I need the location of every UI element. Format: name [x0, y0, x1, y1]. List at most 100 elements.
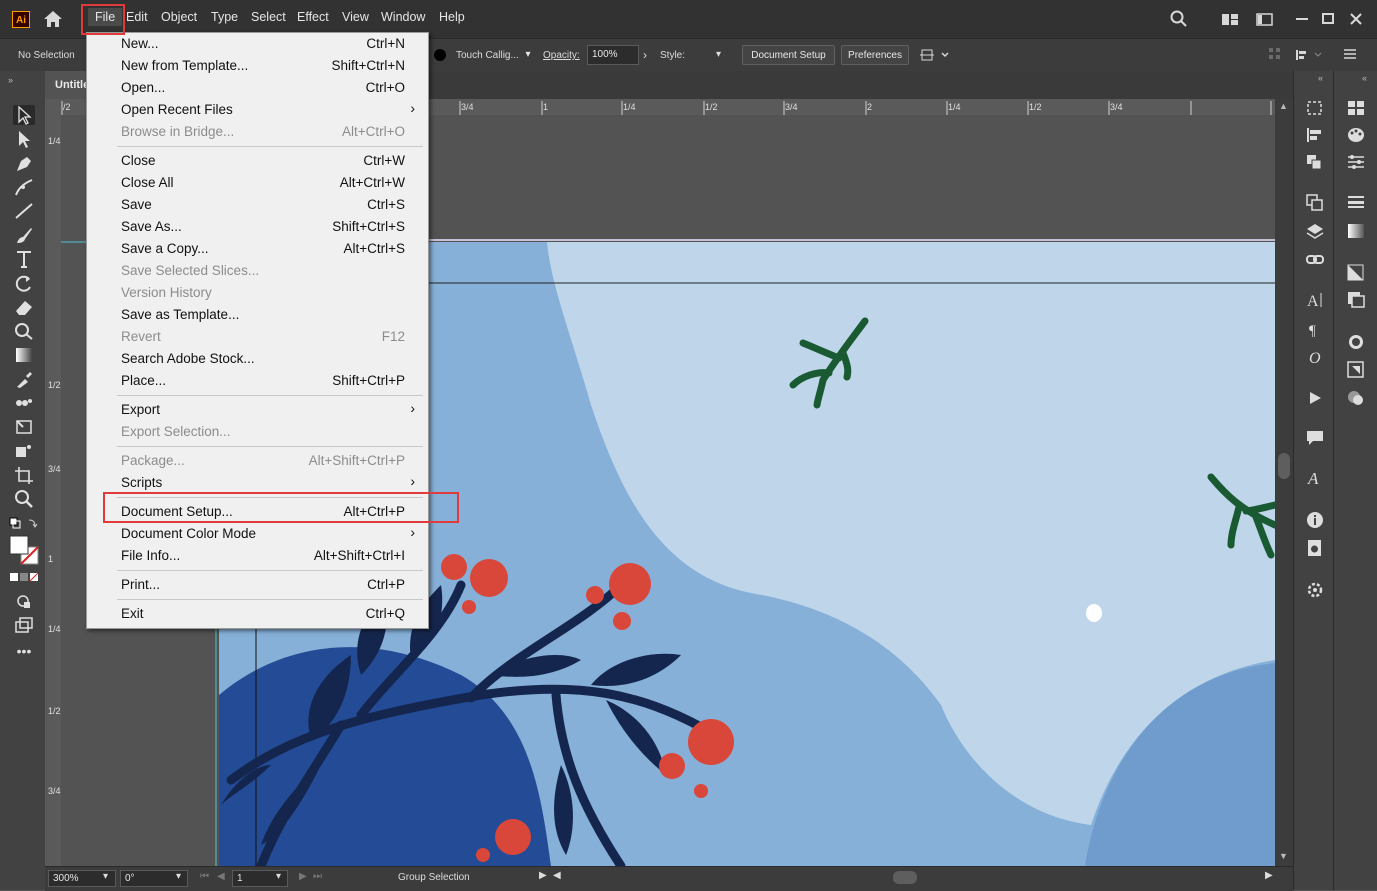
previous-artboard-icon[interactable]: ◀	[217, 871, 225, 882]
close-icon[interactable]	[1347, 10, 1365, 28]
more-tools-icon[interactable]: •••	[13, 643, 35, 663]
menu-item-export-selection[interactable]: Export Selection...	[87, 421, 426, 443]
menu-item-save[interactable]: Save Ctrl+S	[87, 194, 426, 216]
align-panel-icon[interactable]	[1305, 126, 1325, 144]
minimize-icon[interactable]	[1293, 10, 1311, 28]
eyedropper-tool-icon[interactable]	[13, 369, 35, 389]
menu-item-version-history[interactable]: Version History	[87, 282, 426, 304]
next-artboard-icon[interactable]: ▶	[299, 871, 307, 882]
menu-item-open[interactable]: Open... Ctrl+O	[87, 77, 426, 99]
align-icon[interactable]	[920, 47, 950, 63]
brush-dropdown-icon[interactable]: ▾	[520, 45, 536, 65]
symbol-sprayer-tool-icon[interactable]	[13, 441, 35, 461]
vertical-ruler[interactable]: 1/4 1/2 3/4 1 1/4 1/2 3/4	[45, 115, 62, 866]
default-fill-stroke-icon[interactable]	[9, 517, 39, 531]
menu-item-print[interactable]: Print... Ctrl+P	[87, 574, 426, 596]
menu-effect[interactable]: Effect	[297, 10, 329, 24]
graphic-styles-panel-icon[interactable]	[1346, 333, 1366, 351]
opacity-arrow-icon[interactable]: ›	[643, 48, 647, 62]
shape-builder-tool-icon[interactable]	[13, 321, 35, 341]
menu-object[interactable]: Object	[161, 10, 197, 24]
menu-item-export[interactable]: Export ›	[87, 399, 426, 421]
vertical-scrollbar[interactable]: ▲ ▼	[1275, 99, 1293, 866]
blend-tool-icon[interactable]	[13, 393, 35, 413]
style-dropdown-icon[interactable]: ▾	[716, 49, 721, 60]
menu-item-new[interactable]: New... Ctrl+N	[87, 33, 426, 55]
zoom-dropdown-icon[interactable]: ▾	[103, 871, 108, 882]
menu-edit[interactable]: Edit	[126, 10, 148, 24]
menu-help[interactable]: Help	[439, 10, 465, 24]
menu-item-save-as[interactable]: Save As... Shift+Ctrl+S	[87, 216, 426, 238]
document-info-panel-icon[interactable]	[1305, 539, 1325, 557]
artboards-panel-icon[interactable]	[1305, 193, 1325, 211]
first-artboard-icon[interactable]: ⏮	[200, 871, 209, 882]
home-icon[interactable]	[43, 10, 63, 28]
scroll-left-icon[interactable]: ◀	[553, 870, 561, 881]
scroll-up-icon[interactable]: ▲	[1279, 101, 1288, 111]
curvature-tool-icon[interactable]	[13, 177, 35, 197]
pen-tool-icon[interactable]	[13, 153, 35, 173]
scroll-down-icon[interactable]: ▼	[1279, 851, 1288, 861]
collapse-panels-icon[interactable]: «	[1318, 73, 1323, 83]
menu-view[interactable]: View	[342, 10, 369, 24]
zoom-tool-icon[interactable]	[13, 489, 35, 509]
menu-item-file-info[interactable]: File Info... Alt+Shift+Ctrl+I	[87, 545, 426, 567]
transform-panel-icon[interactable]	[1305, 99, 1325, 117]
free-transform-tool-icon[interactable]	[13, 417, 35, 437]
scroll-right-icon[interactable]: ▶	[1265, 870, 1273, 881]
line-tool-icon[interactable]	[13, 201, 35, 221]
menu-select[interactable]: Select	[251, 10, 286, 24]
collapse-panels-icon[interactable]: «	[1362, 73, 1367, 83]
menu-item-save-a-copy[interactable]: Save a Copy... Alt+Ctrl+S	[87, 238, 426, 260]
opacity-label[interactable]: Opacity:	[543, 50, 580, 61]
transparency-panel-icon[interactable]	[1346, 263, 1366, 281]
eraser-tool-icon[interactable]	[13, 297, 35, 317]
brushes-panel-icon[interactable]	[1346, 389, 1366, 407]
color-mode-icons[interactable]	[9, 571, 39, 583]
menu-type[interactable]: Type	[211, 10, 238, 24]
transform-icon[interactable]	[1295, 47, 1325, 63]
brush-definition[interactable]: Touch Callig...	[456, 50, 519, 61]
gradient-tool-icon[interactable]	[13, 345, 35, 365]
properties-panel-icon[interactable]	[1305, 581, 1325, 599]
menu-item-place[interactable]: Place... Shift+Ctrl+P	[87, 370, 426, 392]
direct-selection-tool-icon[interactable]	[13, 129, 35, 149]
panel-menu-icon[interactable]	[1343, 48, 1357, 60]
document-setup-button[interactable]: Document Setup	[742, 45, 835, 65]
arrange-grid-icon[interactable]	[1268, 47, 1282, 61]
menu-item-search-adobe-stock[interactable]: Search Adobe Stock...	[87, 348, 426, 370]
menu-item-revert[interactable]: Revert F12	[87, 326, 426, 348]
appearance-panel-icon[interactable]	[1346, 290, 1366, 308]
layers-panel-icon[interactable]	[1305, 222, 1325, 240]
menu-item-save-selected-slices[interactable]: Save Selected Slices...	[87, 260, 426, 282]
color-panel-icon[interactable]	[1346, 126, 1366, 144]
pathfinder-panel-icon[interactable]	[1305, 153, 1325, 171]
character-panel-icon[interactable]: A	[1305, 291, 1325, 309]
menu-item-open-recent-files[interactable]: Open Recent Files ›	[87, 99, 426, 121]
menu-item-document-color-mode[interactable]: Document Color Mode ›	[87, 523, 426, 545]
workspace-switcher-icon[interactable]	[1256, 10, 1274, 28]
maximize-icon[interactable]	[1319, 10, 1337, 28]
selection-tool-icon[interactable]	[13, 105, 35, 125]
paragraph-panel-icon[interactable]: ¶	[1305, 320, 1325, 338]
last-artboard-icon[interactable]: ⏭	[313, 871, 322, 882]
menu-item-close-all[interactable]: Close All Alt+Ctrl+W	[87, 172, 426, 194]
search-icon[interactable]	[1170, 10, 1188, 28]
info-panel-icon[interactable]	[1305, 511, 1325, 529]
color-guide-panel-icon[interactable]	[1346, 153, 1366, 171]
type-tool-icon[interactable]	[13, 249, 35, 269]
status-menu-icon[interactable]: ▶	[539, 870, 547, 881]
draw-mode-icon[interactable]	[13, 591, 35, 611]
horizontal-scrollbar-thumb[interactable]	[893, 871, 917, 884]
screen-mode-icon[interactable]	[13, 615, 35, 635]
collapse-tools-icon[interactable]: »	[8, 75, 13, 85]
arrange-documents-icon[interactable]	[1221, 10, 1239, 28]
menu-window[interactable]: Window	[381, 10, 425, 24]
artboard-dropdown-icon[interactable]: ▾	[276, 871, 281, 882]
scrollbar-thumb[interactable]	[1278, 453, 1290, 479]
menu-item-exit[interactable]: Exit Ctrl+Q	[87, 603, 426, 625]
links-panel-icon[interactable]	[1305, 251, 1325, 269]
preferences-button[interactable]: Preferences	[841, 45, 909, 65]
rotation-dropdown-icon[interactable]: ▾	[176, 871, 181, 882]
opentype-panel-icon[interactable]: O	[1305, 348, 1325, 366]
